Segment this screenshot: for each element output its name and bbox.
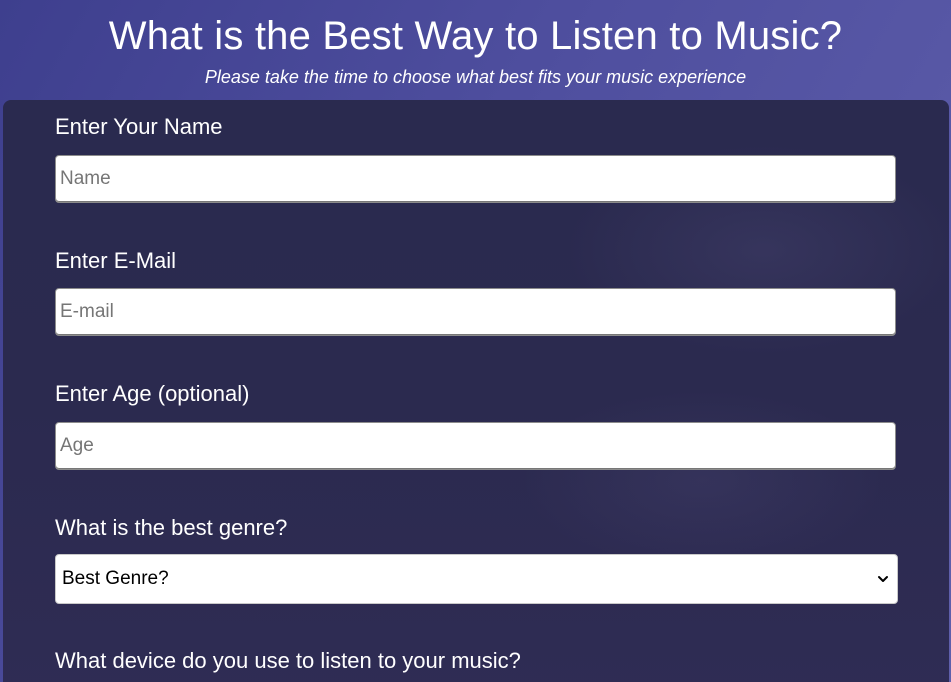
name-input[interactable]: [55, 155, 896, 203]
email-input[interactable]: [55, 288, 896, 336]
genre-label: What is the best genre?: [55, 515, 288, 540]
name-label: Enter Your Name: [55, 114, 223, 139]
chevron-down-icon: [878, 576, 888, 582]
page-subtitle: Please take the time to choose what best…: [204, 67, 747, 87]
age-input[interactable]: [55, 422, 896, 470]
page-title: What is the Best Way to Listen to Music?: [108, 14, 843, 58]
age-label: Enter Age (optional): [55, 381, 250, 406]
genre-select[interactable]: Best Genre?: [55, 554, 898, 604]
page-header: What is the Best Way to Listen to Music?…: [0, 0, 951, 100]
genre-select-value: Best Genre?: [62, 568, 169, 589]
survey-form: Enter Your Name Enter E-Mail Enter Age (…: [3, 100, 949, 682]
device-label: What device do you use to listen to your…: [55, 648, 521, 673]
email-label: Enter E-Mail: [55, 248, 177, 273]
